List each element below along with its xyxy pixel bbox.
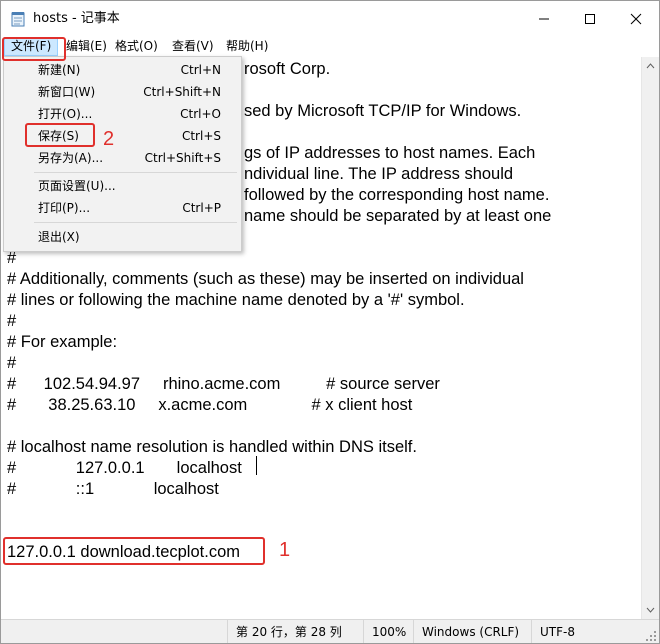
menu-item-new[interactable]: 新建(N) Ctrl+N	[4, 59, 241, 81]
status-bar: 第 20 行，第 28 列 100% Windows (CRLF) UTF-8	[1, 619, 659, 643]
line-ending: Windows (CRLF)	[413, 620, 532, 643]
menu-item-new-window[interactable]: 新窗口(W) Ctrl+Shift+N	[4, 81, 241, 103]
close-icon	[630, 13, 642, 25]
menu-item-label: 新窗口(W)	[38, 85, 96, 99]
menu-format[interactable]: 格式(O)	[109, 37, 164, 56]
annotation-number-2: 2	[103, 128, 115, 150]
text-caret	[256, 456, 257, 475]
maximize-button[interactable]	[567, 1, 613, 37]
menu-item-label: 页面设置(U)...	[38, 179, 116, 193]
editor-line: # For example:	[7, 333, 118, 351]
editor-line: followed by the corresponding host name.	[244, 186, 550, 204]
scroll-down-icon[interactable]	[646, 607, 655, 613]
minimize-button[interactable]	[521, 1, 567, 37]
window-title: hosts - 记事本	[33, 11, 120, 26]
annotation-box-save	[25, 123, 95, 147]
maximize-icon	[585, 14, 595, 24]
menu-item-label: 退出(X)	[38, 230, 80, 244]
editor-line: # 102.54.94.97 rhino.acme.com # source s…	[7, 375, 440, 393]
editor-line: sed by Microsoft TCP/IP for Windows.	[244, 102, 522, 120]
menu-item-shortcut: Ctrl+S	[181, 129, 221, 143]
menu-item-open[interactable]: 打开(O)... Ctrl+O	[4, 103, 241, 125]
resize-grip-icon[interactable]	[645, 630, 657, 642]
menu-item-shortcut: Ctrl+Shift+S	[144, 151, 221, 165]
zoom-level: 100%	[363, 620, 414, 643]
notepad-app-icon	[11, 12, 25, 27]
annotation-number-1: 1	[279, 539, 291, 561]
editor-line: # ::1 localhost	[7, 480, 219, 498]
scroll-up-icon[interactable]	[646, 63, 655, 69]
editor-line: # 38.25.63.10 x.acme.com # x client host	[7, 396, 413, 414]
menu-item-shortcut: Ctrl+Shift+N	[143, 85, 221, 99]
menu-view[interactable]: 查看(V)	[166, 37, 220, 56]
menu-item-label: 另存为(A)...	[38, 151, 104, 165]
menu-item-shortcut: Ctrl+O	[180, 107, 221, 121]
editor-line: ndividual line. The IP address should	[244, 165, 514, 183]
menu-item-label: 打开(O)...	[38, 107, 93, 121]
menu-help[interactable]: 帮助(H)	[220, 37, 274, 56]
menu-edit[interactable]: 编辑(E)	[60, 37, 113, 56]
menu-item-shortcut: Ctrl+P	[182, 201, 221, 215]
notepad-window: hosts - 记事本 文件(F) 编辑(E) 格式(O) 查看(V) 帮助(H…	[0, 0, 660, 644]
menu-bar: 文件(F) 编辑(E) 格式(O) 查看(V) 帮助(H)	[1, 37, 659, 56]
editor-line: # Additionally, comments (such as these)…	[7, 270, 524, 288]
menu-item-shortcut: Ctrl+N	[180, 63, 221, 77]
menu-item-label: 打印(P)...	[38, 201, 91, 215]
editor-line: # lines or following the machine name de…	[7, 291, 465, 309]
menu-item-exit[interactable]: 退出(X)	[4, 226, 241, 248]
cursor-position: 第 20 行，第 28 列	[227, 620, 364, 643]
file-menu-dropdown: 新建(N) Ctrl+N 新窗口(W) Ctrl+Shift+N 打开(O)..…	[3, 56, 242, 252]
editor-line: gs of IP addresses to host names. Each	[244, 144, 536, 162]
editor-line: # localhost name resolution is handled w…	[7, 438, 417, 456]
menu-separator	[34, 222, 237, 223]
minimize-icon	[539, 18, 549, 20]
editor-line: #	[7, 354, 17, 372]
editor-line: name should be separated by at least one	[244, 207, 552, 225]
editor-line: #	[7, 312, 17, 330]
menu-item-print[interactable]: 打印(P)... Ctrl+P	[4, 197, 241, 219]
editor-line: rosoft Corp.	[244, 60, 331, 78]
title-bar[interactable]: hosts - 记事本	[1, 1, 659, 37]
editor-line: # 127.0.0.1 localhost	[7, 459, 242, 477]
menu-item-label: 新建(N)	[38, 63, 81, 77]
close-button[interactable]	[613, 1, 659, 37]
encoding: UTF-8	[531, 620, 650, 643]
menu-separator	[34, 172, 237, 173]
annotation-box-hosts-line	[3, 537, 265, 565]
vertical-scrollbar[interactable]	[641, 57, 659, 619]
menu-item-page-setup[interactable]: 页面设置(U)...	[4, 175, 241, 197]
menu-item-save-as[interactable]: 另存为(A)... Ctrl+Shift+S	[4, 147, 241, 169]
annotation-box-file-menu	[2, 37, 66, 61]
